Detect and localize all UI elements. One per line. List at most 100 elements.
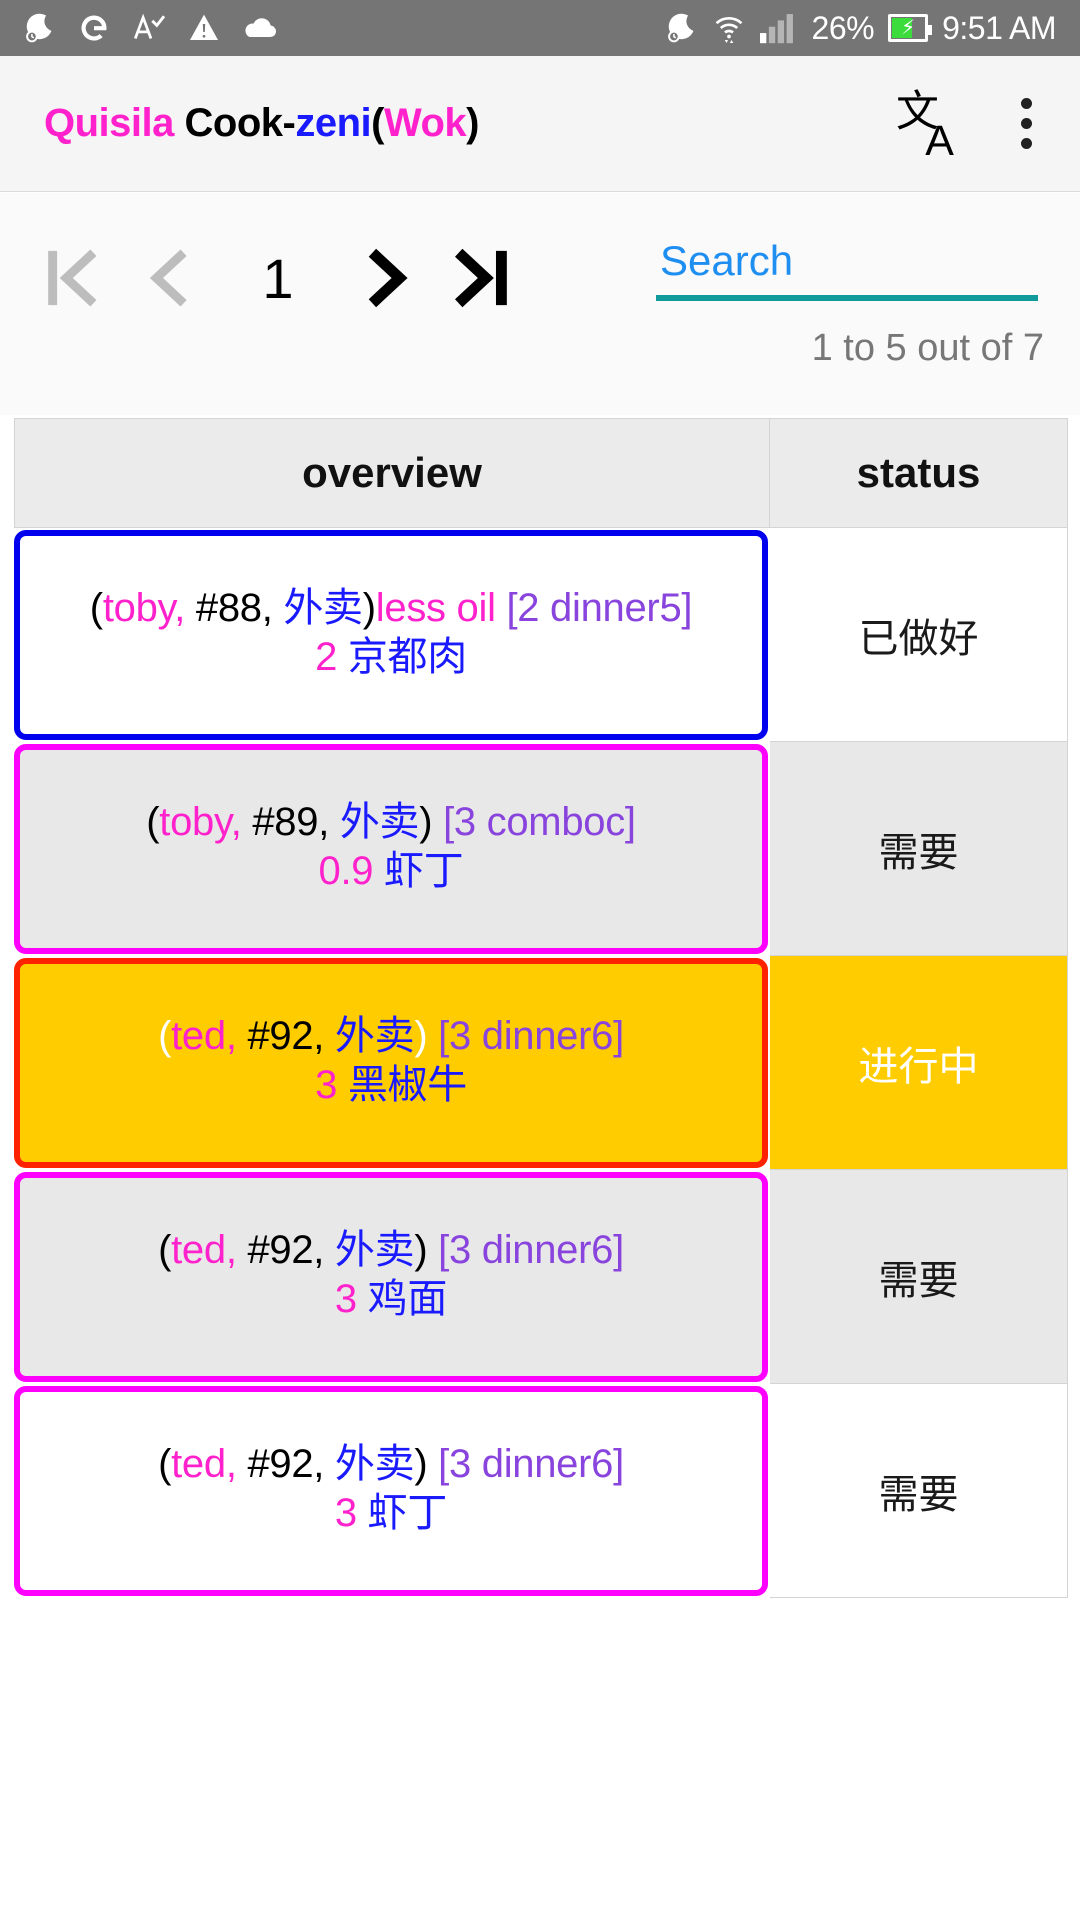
status-bar-left-icons [0,11,278,45]
status-badge[interactable]: 需要 [770,742,1068,956]
table-row[interactable]: (toby, #88, 外卖)less oil [2 dinner5] 2 京都肉… [14,528,1068,742]
order-summary-line: (ted, #92, 外卖) [3 dinner6] [158,1012,624,1061]
order-summary-segment: [2 dinner5] [495,586,693,630]
order-summary-segment: #92, [236,1014,325,1058]
order-card[interactable]: (toby, #88, 外卖)less oil [2 dinner5] 2 京都肉 [14,530,768,740]
order-summary-segment: [3 dinner6] [427,1014,624,1058]
status-bar-right-icons: 26% ⚡ 9:51 AM [664,10,1080,47]
order-summary-line: (ted, #92, 外卖) [3 dinner6] [158,1226,624,1275]
order-summary-segment: ted, [171,1442,237,1486]
first-page-button[interactable] [26,233,122,323]
last-page-button[interactable] [434,233,530,323]
status-badge[interactable]: 进行中 [770,956,1068,1170]
order-summary-segment: ( [146,800,160,844]
status-badge[interactable]: 需要 [770,1170,1068,1384]
google-g-icon [78,12,110,44]
overview-cell[interactable]: (ted, #92, 外卖) [3 dinner6] 3 黑椒牛 [14,956,770,1170]
clock-label: 9:51 AM [942,9,1056,46]
order-summary-segment: ) [419,800,433,844]
overview-cell[interactable]: (toby, #88, 外卖)less oil [2 dinner5] 2 京都肉 [14,528,770,742]
order-card[interactable]: (toby, #89, 外卖) [3 comboc] 0.9 虾丁 [14,744,768,954]
order-item-line: 2 京都肉 [315,633,467,682]
order-item-segment: 3 [334,1276,357,1321]
order-summary-segment: #92, [236,1228,325,1272]
order-card[interactable]: (ted, #92, 外卖) [3 dinner6] 3 鸡面 [14,1172,768,1382]
moon-alarm-icon [22,11,56,45]
order-summary-segment: ) [414,1228,428,1272]
title-segment: Wok [383,101,467,145]
orders-table: overview status (toby, #88, 外卖)less oil … [14,418,1068,1598]
app-bar: Quisila Cook-zeni(Wok) 文 A [0,56,1080,192]
table-row[interactable]: (ted, #92, 外卖) [3 dinner6] 3 虾丁 需要 [14,1384,1068,1598]
moon-alarm-icon [664,11,698,45]
next-page-button[interactable] [338,233,434,323]
order-item-line: 0.9 虾丁 [319,847,464,896]
search-input[interactable] [656,237,1038,295]
order-summary-segment: ) [414,1014,428,1058]
order-summary-segment: 外卖 [324,1228,415,1272]
order-summary-segment: 外卖 [324,1014,415,1058]
order-item-segment: 黑椒牛 [337,1062,467,1107]
order-summary-segment: #89, [241,800,330,844]
signal-bars-icon [759,12,798,44]
wifi-icon [712,11,746,45]
overview-cell[interactable]: (ted, #92, 外卖) [3 dinner6] 3 鸡面 [14,1170,770,1384]
overview-cell[interactable]: (ted, #92, 外卖) [3 dinner6] 3 虾丁 [14,1384,770,1598]
order-item-segment: 虾丁 [356,1490,448,1535]
title-segment: Quisila [44,101,174,145]
svg-text:A: A [925,117,954,163]
table-row[interactable]: (toby, #89, 外卖) [3 comboc] 0.9 虾丁 需要 [14,742,1068,956]
order-summary-segment: [3 dinner6] [427,1228,624,1272]
search-field[interactable] [656,237,1038,301]
spellcheck-icon [132,11,166,45]
pagination-controls: 1 [26,233,530,323]
orders-table-body: (toby, #88, 外卖)less oil [2 dinner5] 2 京都肉… [14,528,1068,1598]
order-summary-segment: toby, [159,800,242,844]
table-row[interactable]: (ted, #92, 外卖) [3 dinner6] 3 鸡面 需要 [14,1170,1068,1384]
order-item-segment: 0.9 [318,848,374,893]
order-summary-line: (ted, #92, 外卖) [3 dinner6] [158,1440,624,1489]
title-segment: ( [371,101,384,145]
order-summary-line: (toby, #89, 外卖) [3 comboc] [146,798,636,847]
cloud-icon [242,13,278,43]
result-range-label: 1 to 5 out of 7 [811,327,1044,369]
order-summary-segment: less oil [375,586,496,630]
order-summary-segment: ( [158,1014,172,1058]
order-summary-segment: ted, [171,1228,237,1272]
order-summary-segment: #88, [185,586,273,630]
order-summary-segment: ( [158,1228,172,1272]
order-summary-segment: ted, [171,1014,237,1058]
order-item-segment: 2 [315,634,338,679]
status-badge[interactable]: 已做好 [770,528,1068,742]
title-segment: zeni [295,101,372,145]
order-item-segment: 3 [315,1062,338,1107]
column-header-overview[interactable]: overview [14,418,770,528]
order-summary-segment: #92, [236,1442,325,1486]
order-card[interactable]: (ted, #92, 外卖) [3 dinner6] 3 黑椒牛 [14,958,768,1168]
order-summary-segment: [3 comboc] [432,800,636,844]
table-row[interactable]: (ted, #92, 外卖) [3 dinner6] 3 黑椒牛 进行中 [14,956,1068,1170]
order-item-segment: 京都肉 [337,634,467,679]
order-item-line: 3 黑椒牛 [315,1061,467,1110]
pagination-toolbar: 1 1 to 5 out of 7 [0,193,1080,415]
previous-page-button[interactable] [122,233,218,323]
overflow-menu-icon[interactable] [1006,85,1046,163]
order-summary-segment: 外卖 [324,1442,415,1486]
column-header-status[interactable]: status [770,418,1068,528]
overflow-dot [1020,118,1032,129]
order-item-segment: 鸡面 [356,1276,448,1321]
title-segment: ) [466,101,479,145]
order-summary-segment: ) [362,586,376,630]
search-underline [656,295,1038,301]
overview-cell[interactable]: (toby, #89, 外卖) [3 comboc] 0.9 虾丁 [14,742,770,956]
page-title: Quisila Cook-zeni(Wok) [44,101,479,146]
title-segment: Cook- [173,101,296,145]
warning-icon [188,12,220,44]
translate-icon[interactable]: 文 A [894,85,972,163]
overflow-dot [1020,138,1032,149]
status-bar: 26% ⚡ 9:51 AM [0,0,1080,56]
status-badge[interactable]: 需要 [770,1384,1068,1598]
order-summary-segment: [3 dinner6] [427,1442,624,1486]
order-card[interactable]: (ted, #92, 外卖) [3 dinner6] 3 虾丁 [14,1386,768,1596]
order-summary-segment: ( [89,586,103,630]
